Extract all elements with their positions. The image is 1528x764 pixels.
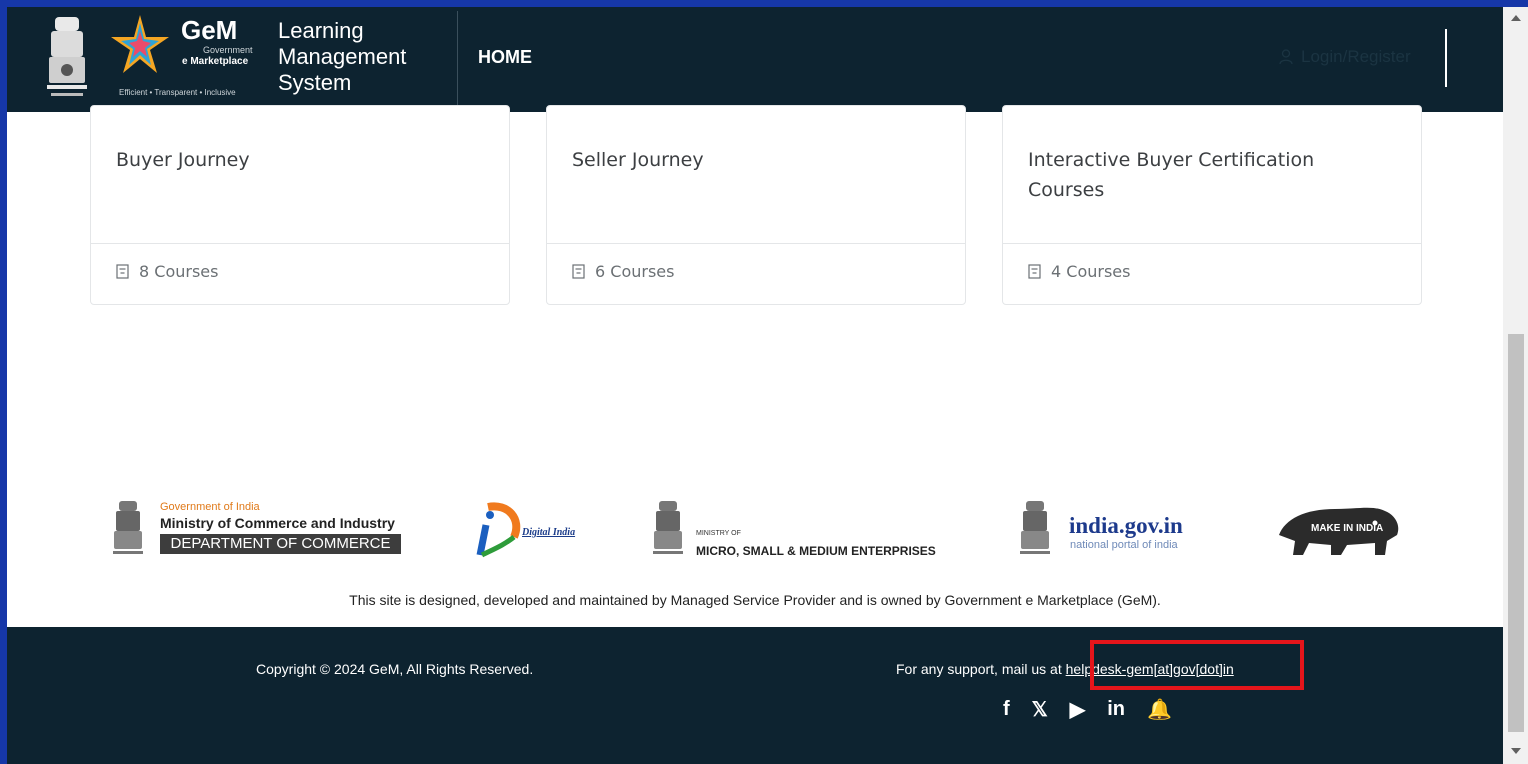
site-disclaimer: This site is designed, developed and mai… — [349, 592, 1161, 608]
national-emblem-icon — [1020, 501, 1050, 554]
card-course-count: 8 Courses — [116, 262, 218, 281]
course-count-label: 6 Courses — [595, 262, 675, 281]
gem-subtitle-marketplace: e Marketplace — [182, 56, 249, 67]
indiagov-subtitle: national portal of india — [1070, 539, 1178, 551]
header-divider — [457, 11, 458, 111]
national-emblem-icon — [47, 17, 87, 96]
vertical-scrollbar[interactable] — [1503, 7, 1528, 764]
card-divider — [1003, 243, 1421, 244]
digital-india-icon — [476, 502, 521, 558]
card-course-count: 4 Courses — [1028, 262, 1130, 281]
scroll-up-arrow-icon[interactable] — [1511, 15, 1521, 21]
course-count-label: 4 Courses — [1051, 262, 1131, 281]
msme-line2: MICRO, SMALL & MEDIUM ENTERPRISES — [696, 544, 936, 558]
course-card-seller-journey[interactable]: Seller Journey 6 Courses — [546, 105, 966, 305]
india-gov-logo[interactable]: india.gov.in national portal of india — [1017, 499, 1217, 559]
card-title: Buyer Journey — [116, 149, 250, 171]
login-register-link[interactable]: Login/Register — [1279, 47, 1411, 67]
commerce-line3: DEPARTMENT OF COMMERCE — [160, 534, 401, 554]
lms-title-line2: Management — [278, 44, 407, 69]
gem-title: GeM — [181, 15, 238, 45]
commerce-line2: Ministry of Commerce and Industry — [160, 515, 395, 531]
commerce-line1: Government of India — [160, 501, 260, 513]
site-header: GeM Government e Marketplace Efficient •… — [7, 7, 1503, 112]
highlight-box — [1090, 640, 1304, 690]
digital-india-label: Digital India — [522, 527, 576, 538]
book-icon — [1028, 264, 1041, 279]
user-icon — [1279, 49, 1293, 65]
support-prefix: For any support, mail us at — [896, 661, 1066, 677]
course-card-buyer-journey[interactable]: Buyer Journey 8 Courses — [90, 105, 510, 305]
linkedin-icon[interactable]: in — [1107, 698, 1125, 721]
social-links: f 𝕏 ▶ in 🔔 — [1003, 697, 1172, 722]
gem-logo-icon — [111, 15, 169, 73]
ministry-of-commerce-logo[interactable]: Government of India Ministry of Commerce… — [109, 499, 409, 559]
msme-line1: MINISTRY OF — [696, 530, 741, 537]
scrollbar-thumb[interactable] — [1508, 334, 1524, 732]
card-divider — [91, 243, 509, 244]
x-twitter-icon[interactable]: 𝕏 — [1032, 697, 1048, 722]
card-title: Seller Journey — [572, 149, 704, 171]
card-divider — [547, 243, 965, 244]
nav-home-link[interactable]: HOME — [478, 47, 532, 68]
national-emblem-icon — [653, 501, 683, 554]
site-footer: Copyright © 2024 GeM, All Rights Reserve… — [7, 627, 1503, 764]
login-register-label: Login/Register — [1301, 47, 1411, 66]
make-in-india-logo[interactable]: MAKE IN INDIA — [1275, 497, 1405, 559]
book-icon — [116, 264, 129, 279]
gem-tagline: Efficient • Transparent • Inclusive — [119, 88, 236, 97]
scroll-down-arrow-icon[interactable] — [1511, 748, 1521, 754]
youtube-icon[interactable]: ▶ — [1070, 697, 1085, 722]
gem-subtitle-government: Government — [203, 45, 253, 55]
digital-india-logo[interactable]: Digital India — [474, 499, 584, 559]
card-title: Interactive Buyer Certification Courses — [1028, 149, 1315, 201]
indiagov-title: india.gov.in — [1069, 513, 1183, 538]
bell-icon[interactable]: 🔔 — [1147, 697, 1172, 722]
browser-viewport: GeM Government e Marketplace Efficient •… — [7, 7, 1503, 764]
header-right-bar — [1445, 29, 1447, 87]
lms-title: Learning Management System — [278, 18, 406, 96]
lms-title-line3: System — [278, 70, 352, 95]
lms-title-line1: Learning — [278, 18, 364, 43]
national-emblem-icon — [113, 501, 143, 554]
copyright-text: Copyright © 2024 GeM, All Rights Reserve… — [256, 661, 534, 677]
book-icon — [572, 264, 585, 279]
course-card-interactive-buyer-certification[interactable]: Interactive Buyer Certification Courses … — [1002, 105, 1422, 305]
card-course-count: 6 Courses — [572, 262, 674, 281]
make-in-india-label: MAKE IN INDIA — [1311, 523, 1384, 534]
facebook-icon[interactable]: f — [1003, 698, 1010, 721]
course-count-label: 8 Courses — [139, 262, 219, 281]
msme-logo[interactable]: MINISTRY OF MICRO, SMALL & MEDIUM ENTERP… — [650, 499, 950, 559]
